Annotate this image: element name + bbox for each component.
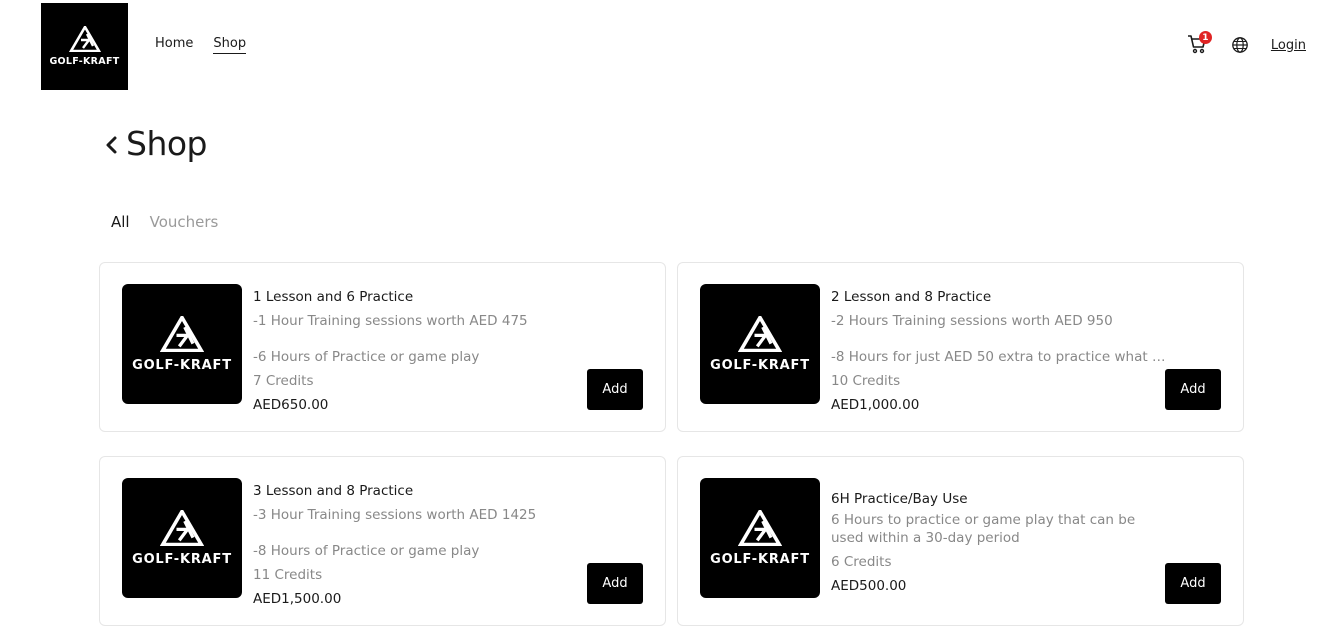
- product-info: 6H Practice/Bay Use 6 Hours to practice …: [831, 487, 1161, 598]
- product-name: 1 Lesson and 6 Practice: [253, 289, 414, 305]
- product-name: 6H Practice/Bay Use: [831, 491, 968, 507]
- nav-home-link[interactable]: Home: [155, 36, 193, 54]
- product-name: 2 Lesson and 8 Practice: [831, 289, 992, 305]
- product-credits: 10 Credits: [831, 373, 901, 389]
- product-image: GOLF-KRAFT: [700, 478, 820, 598]
- add-to-cart-button[interactable]: Add: [587, 369, 643, 410]
- golf-kraft-logo-icon: [68, 26, 101, 52]
- product-info: 1 Lesson and 6 Practice -1 Hour Training…: [253, 285, 633, 417]
- nav-shop-link[interactable]: Shop: [213, 36, 247, 54]
- page-title-row: Shop: [104, 124, 208, 163]
- product-description-line: -3 Hour Training sessions worth AED 1425: [253, 507, 537, 523]
- product-description-line: -8 Hours for just AED 50 extra to practi…: [831, 349, 1167, 365]
- golf-kraft-logo-icon: [738, 315, 782, 352]
- site-header: GOLF-KRAFT Home Shop 1 Login: [0, 0, 1343, 92]
- category-tabs: All Vouchers: [111, 213, 218, 231]
- product-price: AED650.00: [253, 397, 329, 413]
- product-card: GOLF-KRAFT 3 Lesson and 8 Practice -3 Ho…: [99, 456, 666, 626]
- product-description-line: -8 Hours of Practice or game play: [253, 543, 480, 559]
- header-actions: 1 Login: [1187, 31, 1306, 56]
- golf-kraft-logo-icon: [160, 509, 204, 546]
- product-card: GOLF-KRAFT 1 Lesson and 6 Practice -1 Ho…: [99, 262, 666, 432]
- product-name: 3 Lesson and 8 Practice: [253, 483, 414, 499]
- product-image-text: GOLF-KRAFT: [710, 357, 810, 373]
- product-card: GOLF-KRAFT 6H Practice/Bay Use 6 Hours t…: [677, 456, 1244, 626]
- product-credits: 6 Credits: [831, 554, 892, 570]
- product-price: AED1,000.00: [831, 397, 920, 413]
- product-credits: 11 Credits: [253, 567, 323, 583]
- product-description-line: -1 Hour Training sessions worth AED 475: [253, 313, 528, 329]
- product-description-line: 6 Hours to practice or game play that ca…: [831, 512, 1136, 546]
- product-image-text: GOLF-KRAFT: [132, 551, 232, 567]
- add-to-cart-button[interactable]: Add: [587, 563, 643, 604]
- product-info: 2 Lesson and 8 Practice -2 Hours Trainin…: [831, 285, 1211, 417]
- globe-icon[interactable]: [1231, 36, 1249, 54]
- tab-all[interactable]: All: [111, 213, 130, 231]
- cart-button[interactable]: 1: [1187, 31, 1212, 56]
- golf-kraft-logo-icon: [738, 509, 782, 546]
- golf-kraft-logo-icon: [160, 315, 204, 352]
- product-image: GOLF-KRAFT: [122, 478, 242, 598]
- product-card: GOLF-KRAFT 2 Lesson and 8 Practice -2 Ho…: [677, 262, 1244, 432]
- product-credits: 7 Credits: [253, 373, 314, 389]
- cart-count-badge: 1: [1198, 31, 1212, 44]
- main-nav: Home Shop: [155, 36, 247, 54]
- product-price: AED500.00: [831, 578, 907, 594]
- add-to-cart-button[interactable]: Add: [1165, 563, 1221, 604]
- product-price: AED1,500.00: [253, 591, 342, 607]
- product-description-line: -6 Hours of Practice or game play: [253, 349, 480, 365]
- product-image-text: GOLF-KRAFT: [132, 357, 232, 373]
- tab-vouchers[interactable]: Vouchers: [150, 213, 219, 231]
- product-info: 3 Lesson and 8 Practice -3 Hour Training…: [253, 479, 633, 611]
- site-logo[interactable]: GOLF-KRAFT: [41, 3, 128, 90]
- product-image-text: GOLF-KRAFT: [710, 551, 810, 567]
- product-description-line: -2 Hours Training sessions worth AED 950: [831, 313, 1113, 329]
- product-image: GOLF-KRAFT: [122, 284, 242, 404]
- login-link[interactable]: Login: [1271, 38, 1306, 53]
- chevron-left-icon[interactable]: [104, 132, 120, 156]
- page-title: Shop: [126, 124, 208, 163]
- add-to-cart-button[interactable]: Add: [1165, 369, 1221, 410]
- product-image: GOLF-KRAFT: [700, 284, 820, 404]
- logo-text: GOLF-KRAFT: [49, 56, 120, 67]
